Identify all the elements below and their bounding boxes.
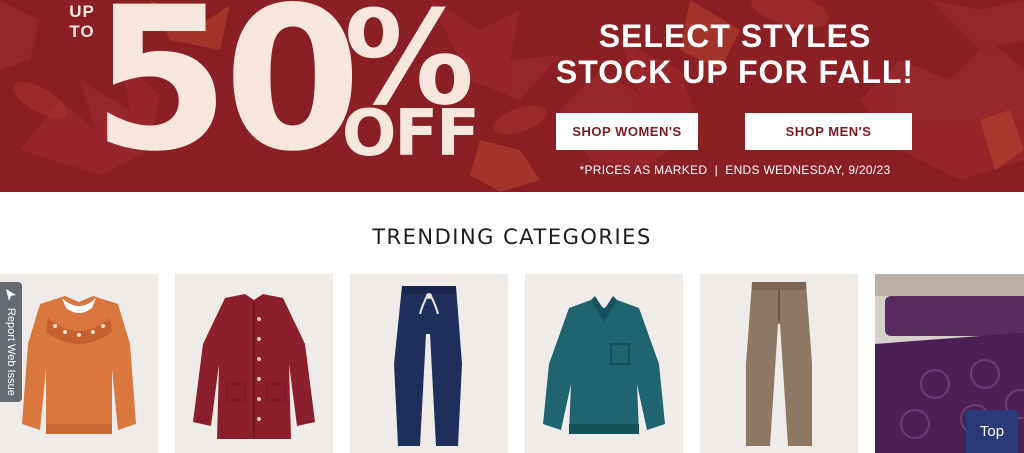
category-tile-pants[interactable] [350,274,508,453]
teal-pullover-icon [543,296,665,434]
asterisk-mark: * [457,107,465,127]
category-tile-cardigan[interactable] [175,274,333,453]
section-title: TRENDING CATEGORIES [372,225,652,249]
navy-pants-icon [394,286,462,446]
orange-sweater-icon [22,296,136,434]
taupe-pants-icon [746,282,812,446]
category-tile-dress-pants[interactable] [700,274,858,453]
cursor-icon [6,289,16,301]
category-tile-sweater[interactable] [0,274,158,453]
back-to-top-button[interactable]: Top [966,410,1018,453]
promo-fineprint: *PRICES AS MARKED | ENDS WEDNESDAY, 9/20… [579,163,891,177]
headline-line-2: STOCK UP FOR FALL! [555,54,915,90]
headline-line-1: SELECT STYLES [598,18,872,54]
promo-headline: SELECT STYLES STOCK UP FOR FALL! [540,18,930,90]
report-web-issue-label: Report Web Issue [5,308,17,396]
promo-banner: UP TO 50 % OFF * SELECT STYLES STOCK UP F… [0,0,1024,192]
category-tile-pullover[interactable] [525,274,683,453]
burgundy-cardigan-icon [193,294,315,439]
discount-number: 50 [92,0,362,192]
shop-womens-button[interactable]: SHOP WOMEN'S [556,113,698,150]
shop-mens-button[interactable]: SHOP MEN'S [745,113,912,150]
report-web-issue-tab[interactable]: Report Web Issue [0,282,22,402]
